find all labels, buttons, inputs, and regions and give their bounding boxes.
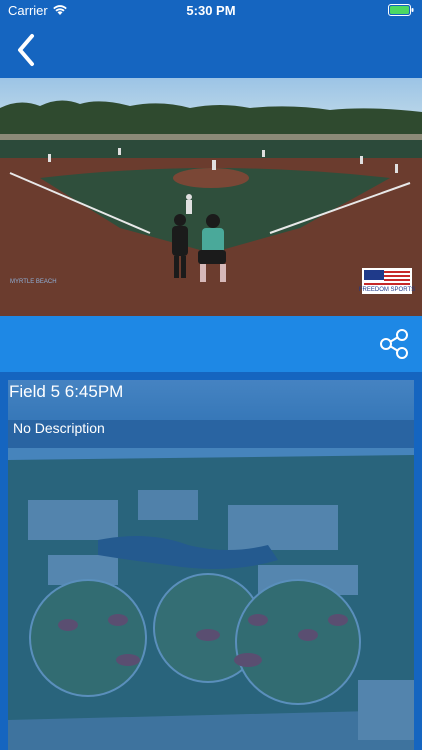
watermark-right: FREEDOM SPORTS	[359, 287, 415, 293]
back-button[interactable]	[10, 30, 46, 70]
watermark-left: MYRTLE BEACH	[10, 279, 57, 285]
action-bar	[0, 316, 422, 372]
status-time: 5:30 PM	[186, 3, 236, 18]
event-description: No Description	[13, 420, 105, 436]
status-bar: Carrier 5:30 PM	[0, 0, 422, 22]
battery-icon	[388, 4, 414, 16]
share-icon[interactable]	[378, 328, 410, 360]
video-player[interactable]: FREEDOM SPORTS MYRTLE BEACH	[0, 78, 422, 316]
event-title: Field 5 6:45PM	[9, 382, 124, 401]
video-frame: FREEDOM SPORTS MYRTLE BEACH	[0, 78, 422, 316]
nav-bar	[0, 22, 422, 78]
event-card[interactable]: Field 5 6:45PM No Description	[8, 380, 414, 750]
